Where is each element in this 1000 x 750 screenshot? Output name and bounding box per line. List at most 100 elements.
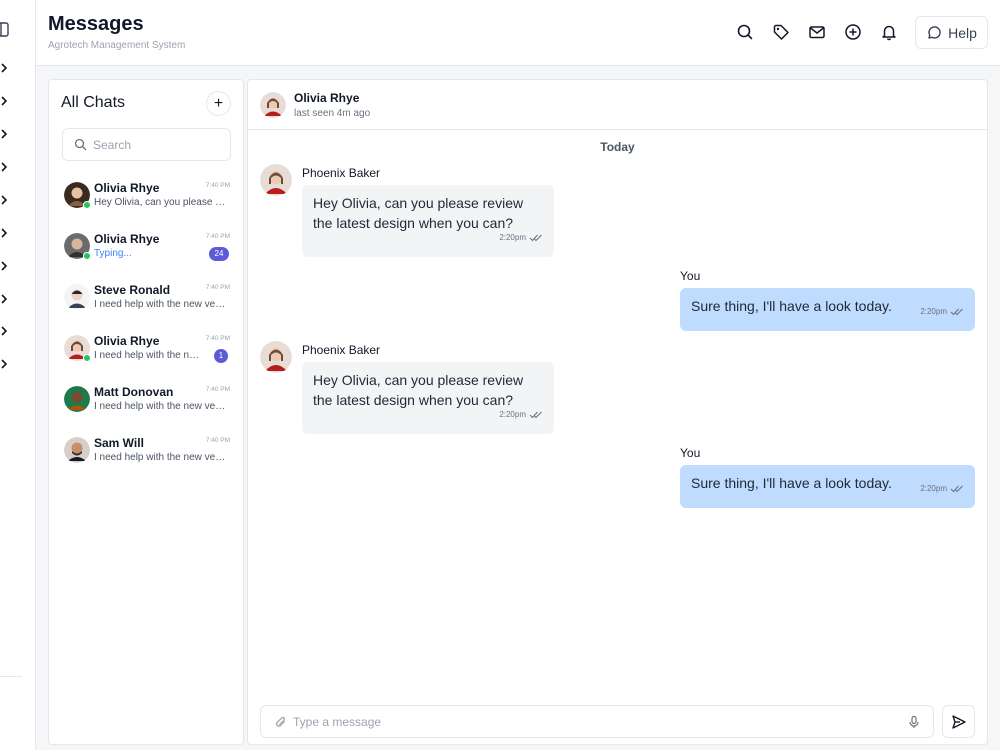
plus-icon: + [213, 94, 224, 112]
chevron-right-icon[interactable] [0, 194, 10, 206]
chat-name: Olivia Rhye [94, 334, 160, 348]
chevron-right-icon[interactable] [0, 227, 10, 239]
chat-time: 7:40 PM [205, 437, 230, 444]
chat-preview: Hey Olivia, can you please review the la… [94, 197, 226, 208]
conversation-panel: Olivia Rhye last seen 4m ago Today Phoen… [247, 79, 988, 745]
message-meta: 2:20pm [499, 405, 543, 425]
chat-list-item[interactable]: Olivia Rhye 7:40 PM Typing... 24 [62, 231, 232, 275]
page-header: Messages Agrotech Management System Help [36, 0, 1000, 66]
chevron-right-icon[interactable] [0, 161, 10, 173]
avatar [64, 437, 90, 463]
message-text: Hey Olivia, can you please review the la… [313, 195, 524, 231]
double-check-icon [950, 485, 963, 493]
avatar [64, 386, 90, 412]
chat-time: 7:40 PM [205, 386, 230, 393]
typing-indicator: Typing... [94, 248, 132, 259]
chevron-right-icon[interactable] [0, 325, 10, 337]
chat-time: 7:40 PM [205, 233, 230, 240]
message-sender: You [680, 446, 701, 460]
avatar [64, 284, 90, 310]
chat-list-item[interactable]: Matt Donovan 7:40 PM I need help with th… [62, 384, 232, 428]
online-indicator [83, 354, 91, 362]
paperclip-icon[interactable] [275, 715, 287, 729]
chat-time: 7:40 PM [205, 182, 230, 189]
double-check-icon [950, 308, 963, 316]
chevron-right-icon[interactable] [0, 128, 10, 140]
message-time: 2:20pm [920, 484, 947, 493]
message-bubble-incoming: Hey Olivia, can you please review the la… [302, 185, 554, 257]
conversation-header: Olivia Rhye last seen 4m ago [248, 80, 987, 130]
double-check-icon [529, 411, 542, 419]
message-text: Sure thing, I'll have a look today. [691, 475, 892, 491]
bell-icon[interactable] [880, 23, 898, 41]
chat-list-panel: All Chats + Olivia Rhye 7:40 PM Hey Oliv… [48, 79, 244, 745]
chat-name: Olivia Rhye [94, 181, 160, 195]
panel-toggle-icon[interactable] [0, 22, 10, 38]
message-meta: 2:20pm [920, 479, 964, 499]
message-sender: Phoenix Baker [302, 166, 381, 180]
message-meta: 2:20pm [920, 302, 964, 322]
chat-preview: I need help with the new version [94, 452, 226, 463]
message-time: 2:20pm [499, 233, 526, 242]
message-bubble-outgoing: Sure thing, I'll have a look today. 2:20… [680, 288, 975, 331]
send-icon [951, 714, 966, 729]
chat-time: 7:40 PM [205, 335, 230, 342]
chat-name: Olivia Rhye [94, 232, 160, 246]
search-field[interactable] [62, 128, 231, 161]
mail-icon[interactable] [808, 23, 826, 41]
tag-icon[interactable] [772, 23, 790, 41]
message-bubble-outgoing: Sure thing, I'll have a look today. 2:20… [680, 465, 975, 508]
message-input[interactable] [293, 714, 893, 729]
message-text: Sure thing, I'll have a look today. [691, 298, 892, 314]
help-chat-icon [928, 25, 941, 39]
help-label: Help [948, 24, 977, 41]
online-indicator [83, 252, 91, 260]
side-navigation [0, 0, 36, 750]
chevron-right-icon[interactable] [0, 293, 10, 305]
chat-list-item[interactable]: Sam Will 7:40 PM I need help with the ne… [62, 435, 232, 479]
day-separator: Today [600, 140, 635, 154]
message-text: Hey Olivia, can you please review the la… [313, 372, 524, 408]
microphone-icon[interactable] [907, 715, 921, 729]
help-button[interactable]: Help [915, 16, 988, 49]
chat-preview: I need help with the new version [94, 401, 226, 412]
chat-preview: I need help with the new version [94, 350, 204, 361]
page-subtitle: Agrotech Management System [48, 40, 186, 51]
chat-list-item[interactable]: Steve Ronald 7:40 PM I need help with th… [62, 282, 232, 326]
sidebar-divider [0, 676, 22, 677]
chat-name: Matt Donovan [94, 385, 174, 399]
add-circle-icon[interactable] [844, 23, 862, 41]
unread-badge: 24 [209, 247, 229, 261]
avatar [260, 92, 286, 118]
online-indicator [83, 201, 91, 209]
contact-status: last seen 4m ago [294, 108, 371, 119]
avatar [260, 341, 292, 373]
message-composer[interactable] [260, 705, 934, 738]
search-icon [74, 138, 87, 151]
avatar [260, 164, 292, 196]
send-button[interactable] [942, 705, 975, 738]
chevron-right-icon[interactable] [0, 62, 10, 74]
double-check-icon [529, 234, 542, 242]
message-meta: 2:20pm [499, 228, 543, 248]
chat-list-item[interactable]: Olivia Rhye 7:40 PM I need help with the… [62, 333, 232, 377]
message-sender: You [680, 269, 701, 283]
chat-list-item[interactable]: Olivia Rhye 7:40 PM Hey Olivia, can you … [62, 180, 232, 224]
chevron-right-icon[interactable] [0, 260, 10, 272]
search-input[interactable] [93, 137, 223, 152]
new-chat-button[interactable]: + [206, 91, 231, 116]
chat-name: Sam Will [94, 436, 144, 450]
unread-badge: 1 [214, 349, 228, 363]
chevron-right-icon[interactable] [0, 358, 10, 370]
chat-preview: I need help with the new version [94, 299, 226, 310]
message-sender: Phoenix Baker [302, 343, 381, 357]
chat-list-title: All Chats [61, 94, 126, 111]
chevron-right-icon[interactable] [0, 95, 10, 107]
message-time: 2:20pm [920, 307, 947, 316]
message-bubble-incoming: Hey Olivia, can you please review the la… [302, 362, 554, 434]
search-icon[interactable] [736, 23, 754, 41]
page-title: Messages [48, 13, 144, 35]
chat-name: Steve Ronald [94, 283, 171, 297]
contact-name: Olivia Rhye [294, 91, 360, 105]
chat-time: 7:40 PM [205, 284, 230, 291]
